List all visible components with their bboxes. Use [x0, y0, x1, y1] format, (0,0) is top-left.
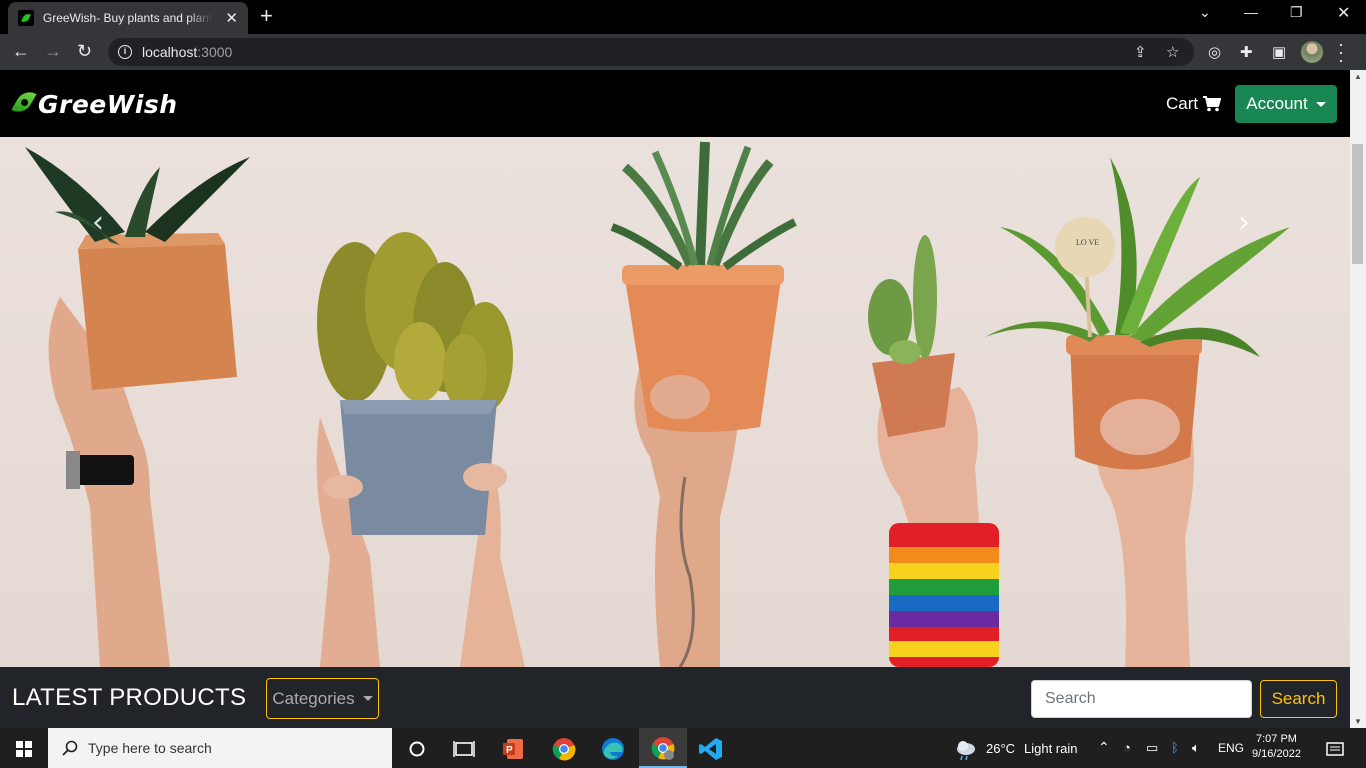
hero-image-plants: LO VE — [25, 141, 1290, 667]
weather-cloud-icon[interactable] — [954, 737, 980, 763]
browser-toolbar: ← → ↻ i localhost:3000 ⇪ ☆ ◎ ✚ ▣ · · · — [0, 34, 1366, 70]
carousel-prev-icon[interactable]: ‹ — [92, 205, 104, 240]
chrome-menu-icon[interactable]: · · · — [1338, 35, 1344, 69]
tab-title: GreeWish- Buy plants and plant based pro… — [42, 11, 214, 25]
bluetooth-icon[interactable]: ᛒ — [1171, 740, 1179, 755]
new-tab-icon[interactable]: + — [260, 5, 273, 27]
cortana-icon[interactable] — [404, 736, 430, 762]
search-icon — [62, 740, 78, 756]
vscode-icon[interactable] — [698, 736, 724, 762]
scroll-down-arrow-icon[interactable]: ▼ — [1354, 717, 1362, 726]
svg-text:P: P — [506, 745, 513, 756]
chrome-profile-icon — [651, 737, 675, 760]
share-icon[interactable]: ⇪ — [1134, 43, 1147, 61]
taskbar-clock[interactable]: 7:07 PM 9/16/2022 — [1252, 732, 1301, 762]
love-sign-text: LO VE — [1076, 238, 1099, 247]
windows-taskbar: Type here to search P 26°C Light rain ⌃ … — [0, 728, 1366, 768]
page-viewport: GreeWish Cart Account LO VE ‹ › LATEST P… — [0, 70, 1350, 728]
site-favicon-icon — [18, 10, 34, 26]
forward-icon[interactable]: → — [44, 41, 62, 62]
site-info-icon[interactable]: i — [118, 45, 132, 59]
hero-plant-4 — [868, 235, 999, 667]
taskbar-chrome-active[interactable] — [639, 728, 687, 768]
site-navbar: GreeWish Cart Account — [0, 70, 1350, 137]
battery-icon[interactable]: ▭ — [1146, 740, 1158, 756]
browser-tab[interactable]: GreeWish- Buy plants and plant based pro… — [8, 2, 248, 34]
edge-icon[interactable] — [600, 736, 626, 762]
wifi-icon[interactable]: ◔ — [1123, 740, 1131, 755]
tab-search-chevron-icon[interactable]: ⌄ — [1199, 4, 1211, 21]
profile-avatar[interactable] — [1301, 41, 1323, 63]
minimize-icon[interactable]: — — [1244, 4, 1258, 20]
carousel-next-icon[interactable]: › — [1238, 205, 1250, 240]
leaf-logo-icon — [14, 87, 36, 121]
tray-chevron-up-icon[interactable]: ⌃ — [1098, 739, 1110, 756]
taskbar-search-box[interactable]: Type here to search — [48, 728, 392, 768]
site-logo[interactable]: GreeWish — [14, 87, 178, 121]
side-panel-icon[interactable]: ▣ — [1272, 43, 1286, 61]
volume-icon[interactable]: 🔈︎ — [1192, 740, 1200, 756]
reload-icon[interactable]: ↻ — [77, 41, 92, 62]
caret-down-icon — [1315, 101, 1326, 107]
cart-label: Cart — [1166, 94, 1199, 113]
clock-date: 9/16/2022 — [1252, 748, 1301, 760]
language-indicator[interactable]: ENG — [1218, 741, 1244, 755]
products-header-bar: LATEST PRODUCTS Categories Search — [0, 667, 1350, 728]
restore-icon[interactable]: ❐ — [1290, 4, 1303, 21]
cart-link[interactable]: Cart — [1166, 94, 1222, 114]
bookmark-star-icon[interactable]: ☆ — [1166, 43, 1179, 61]
notifications-icon[interactable] — [1322, 737, 1348, 763]
windows-start-icon[interactable] — [16, 741, 32, 757]
back-icon[interactable]: ← — [12, 41, 30, 62]
scroll-up-arrow-icon[interactable]: ▲ — [1354, 72, 1362, 81]
section-title: LATEST PRODUCTS — [12, 684, 247, 711]
browser-tabbar: GreeWish- Buy plants and plant based pro… — [0, 0, 1366, 34]
task-view-icon[interactable] — [451, 736, 477, 762]
extensions-puzzle-icon[interactable]: ✚ — [1240, 43, 1253, 61]
url-text: localhost:3000 — [142, 44, 233, 60]
shopping-cart-icon — [1203, 96, 1222, 112]
account-dropdown-button[interactable]: Account — [1235, 85, 1337, 123]
page-scrollbar[interactable]: ▲ ▼ — [1350, 70, 1366, 728]
caret-down-icon — [362, 696, 373, 701]
tab-close-icon[interactable]: ✕ — [225, 9, 238, 27]
product-search-input[interactable] — [1031, 680, 1252, 718]
clock-time: 7:07 PM — [1255, 733, 1297, 745]
powerpoint-icon[interactable]: P — [501, 736, 527, 762]
taskbar-search-placeholder: Type here to search — [88, 740, 212, 756]
logo-text: GreeWish — [38, 89, 178, 119]
scroll-thumb[interactable] — [1352, 144, 1363, 264]
weather-temp[interactable]: 26°C — [986, 741, 1015, 756]
chrome-icon[interactable] — [551, 736, 577, 762]
categories-label: Categories — [272, 688, 355, 708]
hero-plant-3 — [610, 141, 797, 667]
account-label: Account — [1246, 94, 1308, 113]
weather-description[interactable]: Light rain — [1024, 741, 1077, 756]
close-window-icon[interactable]: ✕ — [1337, 3, 1350, 23]
hero-plant-2 — [316, 232, 525, 667]
categories-dropdown-button[interactable]: Categories — [266, 678, 379, 719]
extension-target-icon[interactable]: ◎ — [1208, 43, 1221, 61]
search-button[interactable]: Search — [1260, 680, 1337, 718]
hero-plant-1 — [25, 147, 250, 667]
address-bar[interactable]: i localhost:3000 ⇪ ☆ — [108, 38, 1194, 66]
hero-carousel: LO VE ‹ › — [0, 137, 1350, 667]
